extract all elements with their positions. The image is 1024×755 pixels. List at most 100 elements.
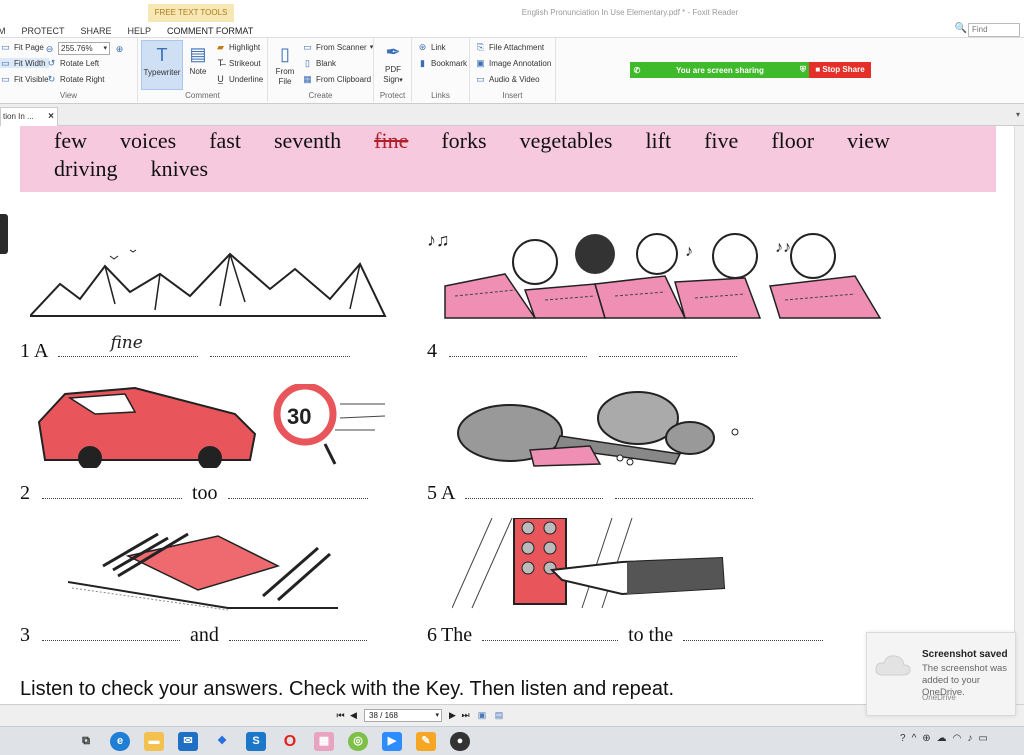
rotate-right-button[interactable]: ↻ Rotate Right — [46, 74, 105, 84]
onedrive-cloud-icon — [875, 655, 911, 676]
word-box-word: five — [704, 128, 739, 153]
answer-blank-1b[interactable] — [210, 343, 351, 357]
answer-blank-3a[interactable] — [42, 627, 180, 641]
audio-video-button[interactable]: ▭ Audio & Video — [475, 74, 539, 84]
typewriter-button[interactable]: T Typewriter — [141, 40, 183, 90]
media-icon[interactable]: ● — [450, 732, 470, 751]
answer-blank-4b[interactable] — [599, 343, 737, 357]
bookmark-button[interactable]: ▮ Bookmark — [417, 58, 467, 68]
rotate-left-button[interactable]: ↺ Rotate Left — [46, 58, 99, 68]
word-box-word: fine — [374, 128, 409, 153]
network-icon[interactable]: ⊕ — [922, 733, 930, 744]
zoom-select[interactable]: 255.76% — [58, 42, 110, 55]
word-box-word: driving — [54, 156, 118, 181]
file-explorer-icon[interactable]: ▬ — [144, 732, 164, 751]
zoom-icon[interactable]: ▶ — [382, 732, 402, 751]
instruction-text: Listen to check your answers. Check with… — [20, 678, 675, 700]
help-icon[interactable]: ? — [900, 733, 906, 744]
next-page-icon[interactable]: ▶ — [446, 710, 459, 721]
link-icon: ⊛ — [418, 42, 427, 52]
task-view-icon[interactable]: ⧉ — [76, 732, 96, 751]
free-text-tools-context-tab[interactable]: FREE TEXT TOOLS — [148, 4, 234, 22]
page-number-select[interactable]: 38 / 168 — [364, 709, 442, 722]
exercise-6: 6 The to the — [427, 624, 829, 647]
answer-blank-5a[interactable] — [465, 485, 604, 499]
cloud-icon[interactable]: ☁ — [937, 733, 947, 744]
answer-blank-6a[interactable] — [482, 627, 619, 641]
fit-page-button[interactable]: ▭ Fit Page — [0, 42, 44, 52]
svg-text:♪♫: ♪♫ — [427, 230, 450, 250]
vertical-scrollbar[interactable] — [1014, 126, 1024, 704]
fit-width-button[interactable]: ▭ Fit Width — [0, 58, 49, 68]
from-file-button[interactable]: ▯ From File — [272, 43, 298, 87]
dropbox-icon[interactable]: ❖ — [212, 732, 232, 751]
view-mode-icon[interactable]: ▣ — [475, 710, 489, 721]
answer-blank-2a[interactable] — [42, 485, 182, 499]
note-button[interactable]: ▤ Note — [186, 43, 210, 76]
volume-icon[interactable]: ♪ — [967, 733, 972, 744]
pdf-page-view[interactable]: few voices fast seventh fine forks vegetables l… — [0, 126, 1014, 704]
answer-blank-1a[interactable]: fine — [58, 333, 199, 357]
edge-icon[interactable]: e — [110, 732, 130, 751]
exercise-4: 4 — [427, 340, 743, 363]
word-box-line-2: driving knives — [54, 156, 241, 182]
image-annotation-button[interactable]: ▣ Image Annotation — [475, 58, 551, 68]
first-page-icon[interactable]: ⏮ — [334, 710, 347, 721]
fit-visible-icon: ▭ — [1, 74, 10, 84]
skype-icon[interactable]: S — [246, 732, 266, 751]
clipboard-icon: ▦ — [303, 74, 312, 84]
answer-blank-3b[interactable] — [228, 627, 367, 641]
word-box-word: floor — [771, 128, 815, 153]
close-tab-icon[interactable]: × — [48, 108, 54, 126]
word-box-line-1: few voices fast seventh fine forks vegetables l… — [54, 128, 923, 154]
zoom-out-icon[interactable]: ⊖ — [44, 44, 55, 54]
answer-blank-6b[interactable] — [683, 627, 824, 641]
strikeout-button[interactable]: T̶ Strikeout — [215, 58, 261, 68]
answer-blank-4a[interactable] — [449, 343, 587, 357]
highlight-button[interactable]: ▰ Highlight — [215, 42, 260, 52]
note-icon[interactable]: ✎ — [416, 732, 436, 751]
chrome-canary-icon[interactable]: ◎ — [348, 732, 368, 751]
chevron-up-icon[interactable]: ^ — [912, 733, 917, 744]
answer-blank-2b[interactable] — [227, 485, 368, 499]
app-icon[interactable]: ▦ — [314, 732, 334, 751]
mail-icon[interactable]: ✉ — [178, 732, 198, 751]
menu-home-partial[interactable]: M — [0, 24, 14, 38]
stop-share-button[interactable]: ■ Stop Share — [809, 62, 871, 78]
menu-help[interactable]: HELP — [120, 24, 160, 38]
wifi-icon[interactable]: ◠ — [953, 733, 962, 744]
answer-blank-5b[interactable] — [615, 485, 754, 499]
find-icon[interactable]: 🔍 — [954, 23, 968, 36]
group-label-links: Links — [431, 91, 450, 100]
blank-button[interactable]: ▯ Blank — [302, 58, 336, 68]
dropdown-arrow-icon: ▾ — [399, 77, 403, 84]
screenshot-saved-toast[interactable]: Screenshot saved The screenshot was adde… — [866, 632, 1016, 716]
zoom-in-icon[interactable]: ⊕ — [114, 44, 125, 54]
link-button[interactable]: ⊛ Link — [417, 42, 446, 52]
tab-list-chevron-icon[interactable]: ▾ — [1016, 110, 1020, 119]
previous-page-icon[interactable]: ◀ — [347, 710, 360, 721]
group-label-insert: Insert — [502, 91, 523, 100]
find-input[interactable] — [968, 22, 1020, 37]
ribbon-group-create: ▯ From File ▭ From Scanner ▾ ▯ Blank ▦ From … — [268, 38, 374, 102]
exercise-3: 3 and — [20, 624, 373, 647]
from-clipboard-button[interactable]: ▦ From Clipboard — [302, 74, 371, 84]
underline-button[interactable]: U̲ Underline — [215, 74, 263, 84]
menu-comment-format[interactable]: COMMENT FORMAT — [159, 24, 261, 38]
page-navigation-controls: ⏮ ◀ 38 / 168 ▶ ⏭ ▣ ▤ — [334, 709, 506, 722]
underline-icon: U̲ — [217, 74, 224, 84]
side-panel-toggle[interactable] — [0, 214, 8, 254]
attachment-icon: ⎘ — [476, 42, 485, 52]
menu-protect[interactable]: PROTECT — [14, 24, 73, 38]
view-mode-alt-icon[interactable]: ▤ — [492, 710, 506, 721]
from-scanner-button[interactable]: ▭ From Scanner ▾ — [302, 42, 373, 52]
file-attachment-button[interactable]: ⎘ File Attachment — [475, 42, 544, 52]
opera-icon[interactable]: O — [280, 732, 300, 751]
battery-icon[interactable]: ▭ — [978, 733, 987, 744]
fit-visible-button[interactable]: ▭ Fit Visible — [0, 74, 48, 84]
menu-share[interactable]: SHARE — [73, 24, 120, 38]
last-page-icon[interactable]: ⏭ — [459, 710, 472, 721]
document-tab[interactable]: tion In ... × — [0, 107, 58, 126]
note-icon: ▤ — [189, 44, 207, 64]
pdf-sign-button[interactable]: ✒ PDF Sign▾ — [380, 41, 406, 86]
